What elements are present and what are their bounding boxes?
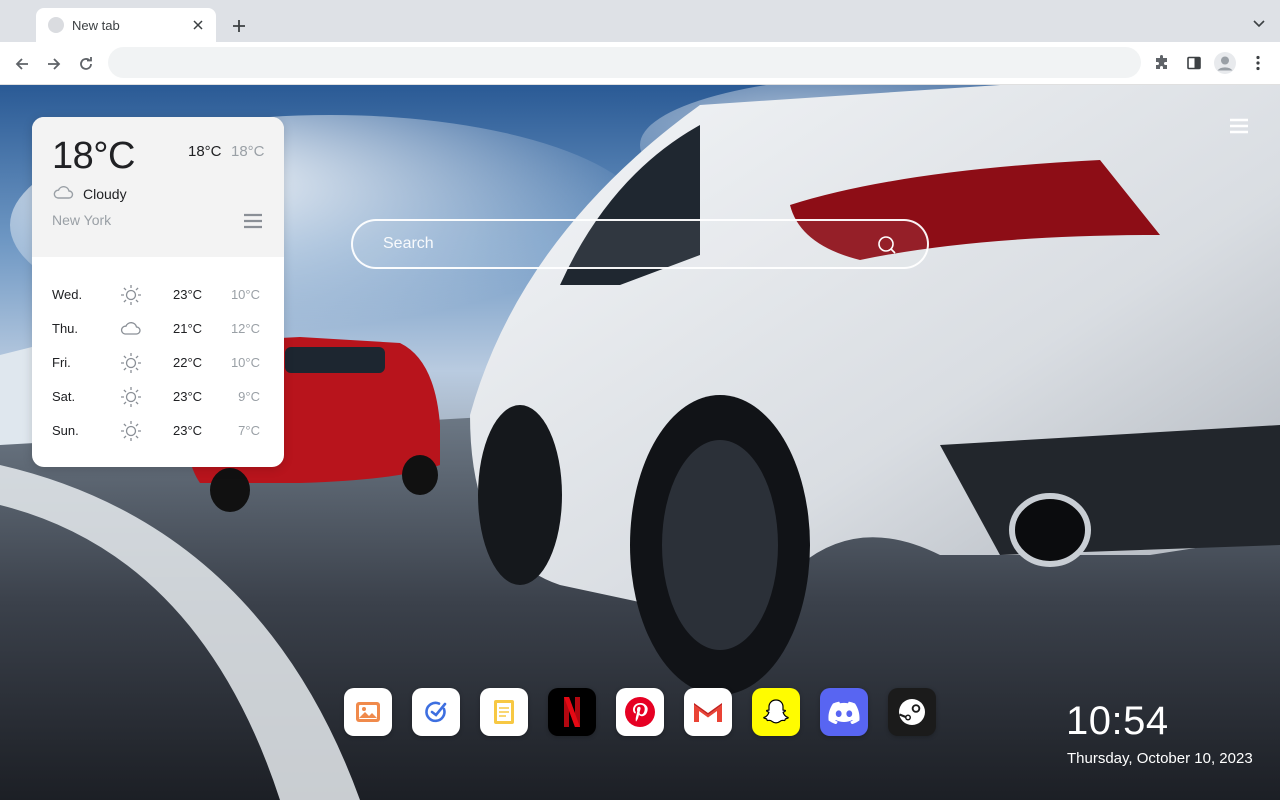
forecast-day: Fri. bbox=[52, 355, 71, 370]
image-icon bbox=[356, 702, 380, 722]
search-bar bbox=[351, 219, 929, 269]
gallery-shortcut[interactable] bbox=[344, 688, 392, 736]
steam-shortcut[interactable] bbox=[888, 688, 936, 736]
tab-strip: New tab bbox=[0, 0, 1280, 42]
snapchat-icon bbox=[763, 699, 789, 724]
sun-icon bbox=[121, 285, 141, 305]
clock-time: 10:54 bbox=[1066, 699, 1169, 743]
sun-icon bbox=[121, 353, 141, 373]
arrow-left-icon bbox=[15, 58, 28, 70]
weather-menu-button[interactable] bbox=[244, 213, 262, 229]
side-panel-button[interactable] bbox=[1181, 50, 1207, 76]
discord-shortcut[interactable] bbox=[820, 688, 868, 736]
tab-favicon-icon bbox=[48, 17, 64, 33]
tab-close-button[interactable] bbox=[190, 17, 206, 33]
gmail-icon bbox=[694, 703, 722, 722]
forecast-low: 7°C bbox=[238, 423, 260, 438]
forecast-row: Wed. 23°C 10°C bbox=[32, 277, 284, 311]
forecast-high: 21°C bbox=[173, 321, 203, 336]
pinterest-shortcut[interactable] bbox=[616, 688, 664, 736]
avatar-icon bbox=[1214, 52, 1236, 74]
forecast-day: Thu. bbox=[52, 321, 79, 336]
forecast-low: 9°C bbox=[238, 389, 260, 404]
notes-shortcut[interactable] bbox=[480, 688, 528, 736]
steam-icon bbox=[899, 699, 925, 725]
gmail-shortcut[interactable] bbox=[684, 688, 732, 736]
reload-button[interactable] bbox=[72, 50, 100, 78]
arrow-right-icon bbox=[48, 58, 61, 70]
tab-new-tab[interactable]: New tab bbox=[36, 8, 216, 42]
side-panel-icon bbox=[1187, 56, 1201, 70]
netflix-shortcut[interactable] bbox=[548, 688, 596, 736]
search-input[interactable] bbox=[383, 221, 863, 267]
forecast-day: Sun. bbox=[52, 423, 79, 438]
close-icon bbox=[193, 20, 203, 30]
new-tab-button[interactable] bbox=[226, 13, 252, 39]
forecast-row: Thu. 21°C 12°C bbox=[32, 311, 284, 345]
tab-title: New tab bbox=[72, 17, 120, 33]
weather-condition: Cloudy bbox=[83, 186, 127, 202]
clock-date: Thursday, October 10, 2023 bbox=[1067, 750, 1253, 767]
more-vert-icon bbox=[1256, 55, 1260, 71]
search-icon[interactable] bbox=[877, 235, 897, 255]
forecast-row: Sat. 23°C 9°C bbox=[32, 379, 284, 413]
forecast-low: 10°C bbox=[230, 355, 260, 370]
address-bar[interactable] bbox=[108, 47, 1141, 78]
forecast-low: 12°C bbox=[230, 321, 260, 336]
tasks-shortcut[interactable] bbox=[412, 688, 460, 736]
netflix-icon bbox=[564, 697, 580, 727]
shortcut-dock bbox=[344, 688, 936, 736]
forecast-row: Fri. 22°C 10°C bbox=[32, 345, 284, 379]
forecast-high: 22°C bbox=[173, 355, 203, 370]
pinterest-icon bbox=[625, 697, 655, 727]
puzzle-icon bbox=[1156, 55, 1167, 69]
today-low: 18°C bbox=[231, 143, 265, 160]
new-tab-page: 18°C 18°C 18°C Cloudy New York Wed. 23°C… bbox=[0, 85, 1280, 800]
forecast-list: Wed. 23°C 10°C Thu. 21°C 12°C Fri. 22°C … bbox=[32, 277, 284, 447]
page-menu-button[interactable] bbox=[1229, 117, 1249, 135]
today-high: 18°C bbox=[188, 143, 222, 160]
forecast-high: 23°C bbox=[173, 389, 203, 404]
sun-icon bbox=[121, 421, 141, 441]
forecast-row: Sun. 23°C 7°C bbox=[32, 413, 284, 447]
weather-current: 18°C 18°C 18°C Cloudy New York bbox=[32, 117, 284, 257]
extensions-button[interactable] bbox=[1149, 50, 1175, 76]
notes-icon bbox=[494, 700, 514, 724]
weather-city: New York bbox=[52, 212, 112, 228]
browser-toolbar bbox=[0, 42, 1280, 85]
check-icon bbox=[425, 701, 447, 723]
cloud-icon bbox=[53, 186, 74, 199]
profile-button[interactable] bbox=[1212, 50, 1238, 76]
forecast-high: 23°C bbox=[173, 423, 203, 438]
hamburger-icon bbox=[1230, 118, 1248, 134]
snapchat-shortcut[interactable] bbox=[752, 688, 800, 736]
menu-button[interactable] bbox=[1245, 50, 1271, 76]
back-button[interactable] bbox=[8, 50, 36, 78]
current-temperature: 18°C bbox=[52, 135, 135, 177]
forecast-day: Wed. bbox=[52, 287, 83, 302]
sun-icon bbox=[121, 387, 141, 407]
forward-button[interactable] bbox=[40, 50, 68, 78]
plus-icon bbox=[233, 20, 245, 32]
weather-widget: 18°C 18°C 18°C Cloudy New York Wed. 23°C… bbox=[32, 117, 284, 467]
forecast-high: 23°C bbox=[173, 287, 203, 302]
forecast-low: 10°C bbox=[230, 287, 260, 302]
discord-icon bbox=[828, 701, 860, 724]
cloud-icon bbox=[120, 322, 141, 335]
reload-icon bbox=[80, 57, 92, 70]
tab-search-button[interactable] bbox=[1250, 14, 1268, 34]
forecast-day: Sat. bbox=[52, 389, 76, 404]
chevron-down-icon bbox=[1253, 20, 1265, 28]
